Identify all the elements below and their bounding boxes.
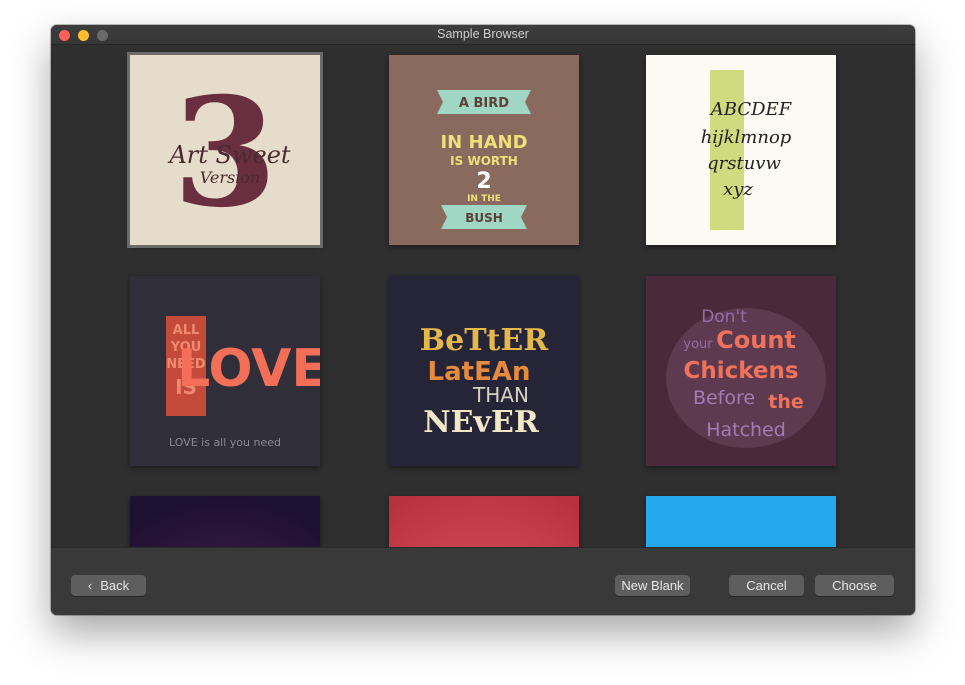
- sample-text-love-caption: LOVE is all you need: [169, 436, 281, 449]
- sample-thumbnail-bird-in-hand[interactable]: A BIRD IN HAND IS WORTH 2 IN THE BUSH: [389, 55, 579, 245]
- footer-bar: ‹ Back New Blank Cancel Choose: [51, 547, 915, 615]
- sample-thumbnail-alphabet[interactable]: ABCDEF hijklmnop qrstuvw xyz: [646, 55, 836, 245]
- window-title: Sample Browser: [437, 27, 529, 41]
- sample-text-the: the: [768, 391, 804, 413]
- sample-thumbnail-better-late[interactable]: BeTtER LatEAn THAN NEvER: [389, 276, 579, 466]
- sample-thumbnail-purple[interactable]: [130, 496, 320, 547]
- sample-text-xyz: xyz: [723, 179, 753, 200]
- cancel-button[interactable]: Cancel: [729, 575, 804, 596]
- sample-text-all: ALL: [173, 323, 200, 338]
- sample-thumbnail-blue[interactable]: [646, 496, 836, 547]
- sample-text-two: 2: [476, 169, 491, 194]
- sample-text-your: your: [683, 337, 713, 352]
- sample-thumbnail-love[interactable]: ALL YOU NEED IS LOVE LOVE is all you nee…: [130, 276, 320, 466]
- sample-text-hijklmnop: hijklmnop: [701, 127, 792, 148]
- sample-thumbnail-number-three[interactable]: 3 Art Sweet Version: [127, 52, 323, 248]
- sample-grid[interactable]: 3 Art Sweet Version A BIRD IN HAND IS WO…: [51, 45, 915, 547]
- sample-text-abcdef: ABCDEF: [709, 99, 793, 120]
- title-bar: Sample Browser: [51, 25, 915, 45]
- back-button[interactable]: ‹ Back: [71, 575, 146, 596]
- sample-text-never: NEvER: [423, 405, 540, 440]
- sample-browser-window: Sample Browser 3 Art Sweet Version A BIR…: [51, 25, 915, 615]
- sample-text-hatched: Hatched: [706, 419, 786, 441]
- sample-text-version: Version: [200, 168, 260, 187]
- sample-text-a-bird: A BIRD: [459, 96, 509, 111]
- sample-text-is-worth: IS WORTH: [450, 154, 518, 168]
- choose-button[interactable]: Choose: [815, 575, 894, 596]
- back-button-label: Back: [100, 578, 130, 593]
- new-blank-button[interactable]: New Blank: [615, 575, 690, 596]
- sample-text-than: THAN: [472, 383, 529, 407]
- sample-text-better: BeTtER: [420, 323, 549, 358]
- sample-text-bush: BUSH: [465, 211, 503, 225]
- sample-thumbnail-red[interactable]: [389, 496, 579, 547]
- sample-thumbnail-chickens[interactable]: Don't Count your Chickens Before the Hat…: [646, 276, 836, 466]
- sample-text-art-sweet: Art Sweet: [167, 141, 290, 169]
- chevron-left-icon: ‹: [87, 578, 93, 593]
- sample-text-love: LOVE: [177, 339, 320, 399]
- sample-text-in-the: IN THE: [467, 194, 501, 204]
- sample-text-chickens: Chickens: [683, 358, 798, 384]
- sample-text-qrstuvw: qrstuvw: [707, 153, 781, 174]
- sample-text-before: Before: [693, 387, 755, 409]
- sample-text-in-hand: IN HAND: [440, 132, 527, 153]
- sample-text-count: Count: [716, 326, 796, 354]
- sample-text-dont: Don't: [701, 307, 747, 327]
